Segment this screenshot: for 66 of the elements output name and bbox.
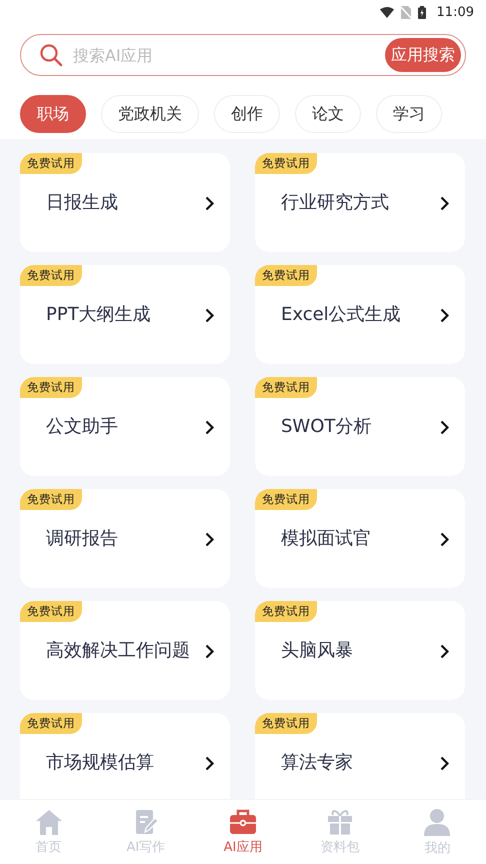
- app-card[interactable]: 免费试用 PPT大纲生成: [20, 265, 230, 364]
- app-title: 模拟面试官: [281, 527, 372, 552]
- app-card[interactable]: 免费试用 模拟面试官: [255, 489, 465, 588]
- app-card[interactable]: 免费试用 市场规模估算: [20, 713, 230, 799]
- app-title: 公文助手: [46, 415, 119, 440]
- chevron-right-icon: [205, 308, 214, 323]
- app-card[interactable]: 免费试用 日报生成: [20, 153, 230, 252]
- free-trial-badge: 免费试用: [20, 265, 82, 286]
- app-card[interactable]: 免费试用 算法专家: [255, 713, 465, 799]
- chevron-right-icon: [440, 420, 449, 435]
- user-icon: [423, 808, 452, 836]
- app-title: 调研报告: [46, 527, 119, 552]
- chevron-right-icon: [440, 532, 449, 547]
- status-time: 11:09: [436, 4, 474, 20]
- app-title: Excel公式生成: [281, 303, 402, 328]
- free-trial-badge: 免费试用: [255, 601, 317, 622]
- free-trial-badge: 免费试用: [255, 377, 317, 398]
- app-card[interactable]: 免费试用 高效解决工作问题: [20, 601, 230, 700]
- category-tab[interactable]: 论文: [295, 95, 361, 133]
- search-button[interactable]: 应用搜索: [385, 38, 461, 72]
- app-title: 市场规模估算: [46, 751, 155, 776]
- search-field[interactable]: 搜索AI应用 应用搜索: [20, 34, 466, 76]
- app-title: 算法专家: [281, 751, 354, 776]
- app-card[interactable]: 免费试用 调研报告: [20, 489, 230, 588]
- app-title: 日报生成: [46, 191, 119, 216]
- app-title: SWOT分析: [281, 415, 372, 440]
- chevron-right-icon: [205, 196, 214, 211]
- gift-icon: [327, 808, 354, 835]
- app-card[interactable]: 免费试用 公文助手: [20, 377, 230, 476]
- nav-tab[interactable]: AI应用: [194, 800, 292, 864]
- home-icon: [34, 808, 63, 834]
- category-tab[interactable]: 创作: [214, 95, 280, 133]
- chevron-right-icon: [205, 644, 214, 659]
- chevron-right-icon: [205, 532, 214, 547]
- battery-icon: [418, 6, 426, 18]
- free-trial-badge: 免费试用: [20, 713, 82, 734]
- app-title: PPT大纲生成: [46, 303, 152, 328]
- free-trial-badge: 免费试用: [20, 377, 82, 398]
- app-title: 高效解决工作问题: [46, 639, 191, 664]
- chevron-right-icon: [440, 308, 449, 323]
- chevron-right-icon: [440, 196, 449, 211]
- app-card[interactable]: 免费试用 头脑风暴: [255, 601, 465, 700]
- category-tab[interactable]: 职场: [20, 95, 86, 133]
- free-trial-badge: 免费试用: [20, 601, 82, 622]
- chevron-right-icon: [440, 644, 449, 659]
- chevron-right-icon: [205, 420, 214, 435]
- search-icon: [39, 43, 63, 67]
- app-card[interactable]: 免费试用 Excel公式生成: [255, 265, 465, 364]
- wifi-icon: [380, 6, 394, 18]
- free-trial-badge: 免费试用: [255, 713, 317, 734]
- chevron-right-icon: [440, 756, 449, 771]
- chevron-right-icon: [205, 756, 214, 771]
- app-card[interactable]: 免费试用 SWOT分析: [255, 377, 465, 476]
- free-trial-badge: 免费试用: [255, 265, 317, 286]
- free-trial-badge: 免费试用: [255, 153, 317, 174]
- app-title: 头脑风暴: [281, 639, 354, 664]
- document-pen-icon: [134, 808, 158, 834]
- app-card[interactable]: 免费试用 行业研究方式: [255, 153, 465, 252]
- toolbox-icon: [229, 808, 257, 834]
- category-tab[interactable]: 党政机关: [101, 95, 199, 133]
- free-trial-badge: 免费试用: [20, 153, 82, 174]
- no-sim-icon: [400, 6, 411, 18]
- free-trial-badge: 免费试用: [20, 489, 82, 510]
- app-title: 行业研究方式: [281, 191, 390, 216]
- free-trial-badge: 免费试用: [255, 489, 317, 510]
- category-tab[interactable]: 学习: [376, 95, 442, 133]
